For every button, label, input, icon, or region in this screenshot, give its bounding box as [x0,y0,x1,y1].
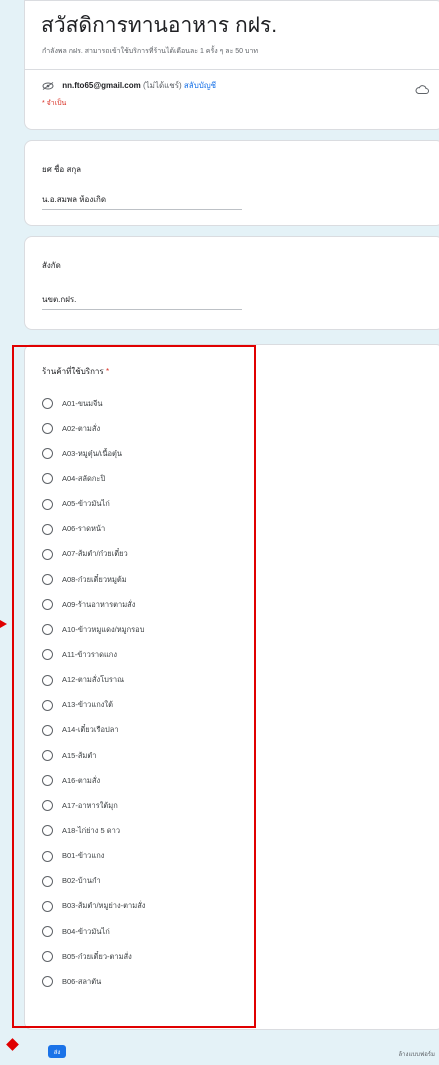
radio-button-icon[interactable] [42,724,53,736]
shop-option[interactable]: A15-ส้มตำ [42,743,145,768]
radio-button-icon[interactable] [42,473,53,485]
radio-button-icon[interactable] [42,649,53,661]
shop-option-label: A15-ส้มตำ [62,750,97,760]
shop-option-label: A18-ไก่ย่าง 5 ดาว [62,825,121,835]
question-shop-card: ร้านค้าที่ใช้บริการ * A01-ขนมจีน A02-ตามส… [24,344,439,1030]
shop-option-label: A03-หมูตุ๋น/เนื้อตุ๋น [62,448,123,458]
eye-off-icon [42,81,54,90]
radio-button-icon[interactable] [42,423,53,435]
shop-option-label: B06-สลาตัน [62,976,102,986]
shop-option[interactable]: A09-ร้านอาหารตามสั่ง [42,592,145,617]
radio-button-icon[interactable] [42,548,53,560]
radio-button-icon[interactable] [42,825,53,837]
radio-button-icon[interactable] [42,875,53,887]
shop-option-label: A02-ตามสั่ง [62,423,101,433]
shop-option-label: B01-ข้าวแกง [62,851,105,861]
question-unit-card: สังกัด นขต.กฝร. [24,236,439,330]
account-shared-status: (ไม่ได้แชร์) [142,81,182,90]
form-description: กำลังพล กฝร. สามารถเข้าใช้บริการที่ร้านไ… [42,48,259,55]
shop-option-label: A07-ส้มตำ/ก๋วยเตี๋ยว [62,549,128,559]
shop-option-label: A05-ข้าวมันไก่ [62,499,110,509]
name-input[interactable]: น.อ.สมพล ห้องเกิด [42,193,242,210]
radio-button-icon[interactable] [42,674,53,686]
radio-button-icon[interactable] [42,599,53,611]
radio-button-icon[interactable] [42,574,53,586]
shop-option[interactable]: B05-ก๋วยเตี๋ยว-ตามสั่ง [42,944,145,969]
account-row: nn.fto65@gmail.com (ไม่ได้แชร์) สลับบัญช… [42,79,216,92]
radio-button-icon[interactable] [42,398,53,410]
shop-option-label: A09-ร้านอาหารตามสั่ง [62,599,136,609]
question-name-card: ยศ ชื่อ สกุล น.อ.สมพล ห้องเกิด [24,140,439,226]
shop-option[interactable]: A01-ขนมจีน [42,391,145,416]
shop-option[interactable]: A10-ข้าวหมูแดง/หมูกรอบ [42,617,145,642]
header-divider [25,69,439,70]
radio-button-icon[interactable] [42,624,53,636]
shop-option[interactable]: A12-ตามสั่งโบราณ [42,668,145,693]
radio-button-icon[interactable] [42,900,53,912]
radio-button-icon[interactable] [42,850,53,862]
shop-option-label: A11-ข้าวราดแกง [62,649,117,659]
radio-button-icon[interactable] [42,800,53,812]
shop-option[interactable]: A14-เตี๋ยวเรือปลา [42,718,145,743]
shop-option[interactable]: A02-ตามสั่ง [42,416,145,441]
radio-button-icon[interactable] [42,951,53,963]
radio-button-icon[interactable] [42,750,53,762]
shop-option[interactable]: A18-ไก่ย่าง 5 ดาว [42,818,145,843]
question-shop-label-text: ร้านค้าที่ใช้บริการ [42,367,104,376]
account-email: nn.fto65@gmail.com [62,81,141,90]
shop-option-label: A13-ข้าวแกงใต้ [62,700,113,710]
radio-button-icon[interactable] [42,448,53,460]
shop-option[interactable]: A04-สลัดกะปิ [42,466,145,491]
radio-button-icon[interactable] [42,523,53,535]
radio-button-icon[interactable] [42,976,53,988]
arrow-left-icon [0,620,7,628]
shop-option-label: A12-ตามสั่งโบราณ [62,675,125,685]
shop-option[interactable]: A11-ข้าวราดแกง [42,642,145,667]
shop-options-list: A01-ขนมจีน A02-ตามสั่ง A03-หมูตุ๋น/เนื้อตุ… [42,391,145,994]
question-shop-label: ร้านค้าที่ใช้บริการ * [42,365,109,378]
shop-option-label: B03-ส้มตำ/หมูย่าง-ตามสั่ง [62,901,146,911]
shop-option-label: B02-บ้านกำ [62,876,101,886]
shop-option[interactable]: A07-ส้มตำ/ก๋วยเตี๋ยว [42,542,145,567]
shop-option-label: A06-ราดหน้า [62,524,106,534]
shop-option-label: A16-ตามสั่ง [62,775,101,785]
submit-button[interactable]: ส่ง [48,1045,66,1058]
shop-option[interactable]: A03-หมูตุ๋น/เนื้อตุ๋น [42,441,145,466]
shop-option-label: B04-ข้าวมันไก่ [62,926,110,936]
form-title: สวัสดิการทานอาหาร กฝร. [41,14,278,37]
shop-option-label: A17-อาหารใต้มุก [62,800,118,810]
shop-option[interactable]: A06-ราดหน้า [42,517,145,542]
shop-option[interactable]: A17-อาหารใต้มุก [42,793,145,818]
form-header-card: สวัสดิการทานอาหาร กฝร. กำลังพล กฝร. สามา… [24,0,439,130]
shop-option[interactable]: A08-ก๋วยเตี๋ยวหมูต้ม [42,567,145,592]
cloud-icon [415,81,429,94]
shop-option-label: A10-ข้าวหมูแดง/หมูกรอบ [62,624,145,634]
shop-option[interactable]: A05-ข้าวมันไก่ [42,492,145,517]
shop-option[interactable]: B06-สลาตัน [42,969,145,994]
clear-form-link[interactable]: ล้างแบบฟอร์ม [399,1049,436,1059]
shop-option[interactable]: B03-ส้มตำ/หมูย่าง-ตามสั่ง [42,894,145,919]
required-asterisk: * [105,367,110,376]
question-name-label: ยศ ชื่อ สกุล [42,165,82,174]
shop-option[interactable]: A13-ข้าวแกงใต้ [42,693,145,718]
shop-option-label: A04-สลัดกะปิ [62,473,106,483]
shop-option[interactable]: B04-ข้าวมันไก่ [42,919,145,944]
shop-option[interactable]: B01-ข้าวแกง [42,844,145,869]
shop-option-label: A08-ก๋วยเตี๋ยวหมูต้ม [62,574,127,584]
radio-button-icon[interactable] [42,498,53,510]
question-unit-label: สังกัด [42,261,61,270]
shop-option-label: A01-ขนมจีน [62,398,103,408]
switch-account-link[interactable]: สลับบัญชี [184,81,216,90]
required-note: * จำเป็น [42,100,67,107]
unit-input[interactable]: นขต.กฝร. [42,293,242,310]
arrow-bottom-icon [6,1038,19,1051]
shop-option[interactable]: A16-ตามสั่ง [42,768,145,793]
radio-button-icon[interactable] [42,926,53,938]
shop-option-label: A14-เตี๋ยวเรือปลา [62,725,119,735]
shop-option[interactable]: B02-บ้านกำ [42,869,145,894]
radio-button-icon[interactable] [42,699,53,711]
shop-option-label: B05-ก๋วยเตี๋ยว-ตามสั่ง [62,951,132,961]
radio-button-icon[interactable] [42,775,53,787]
